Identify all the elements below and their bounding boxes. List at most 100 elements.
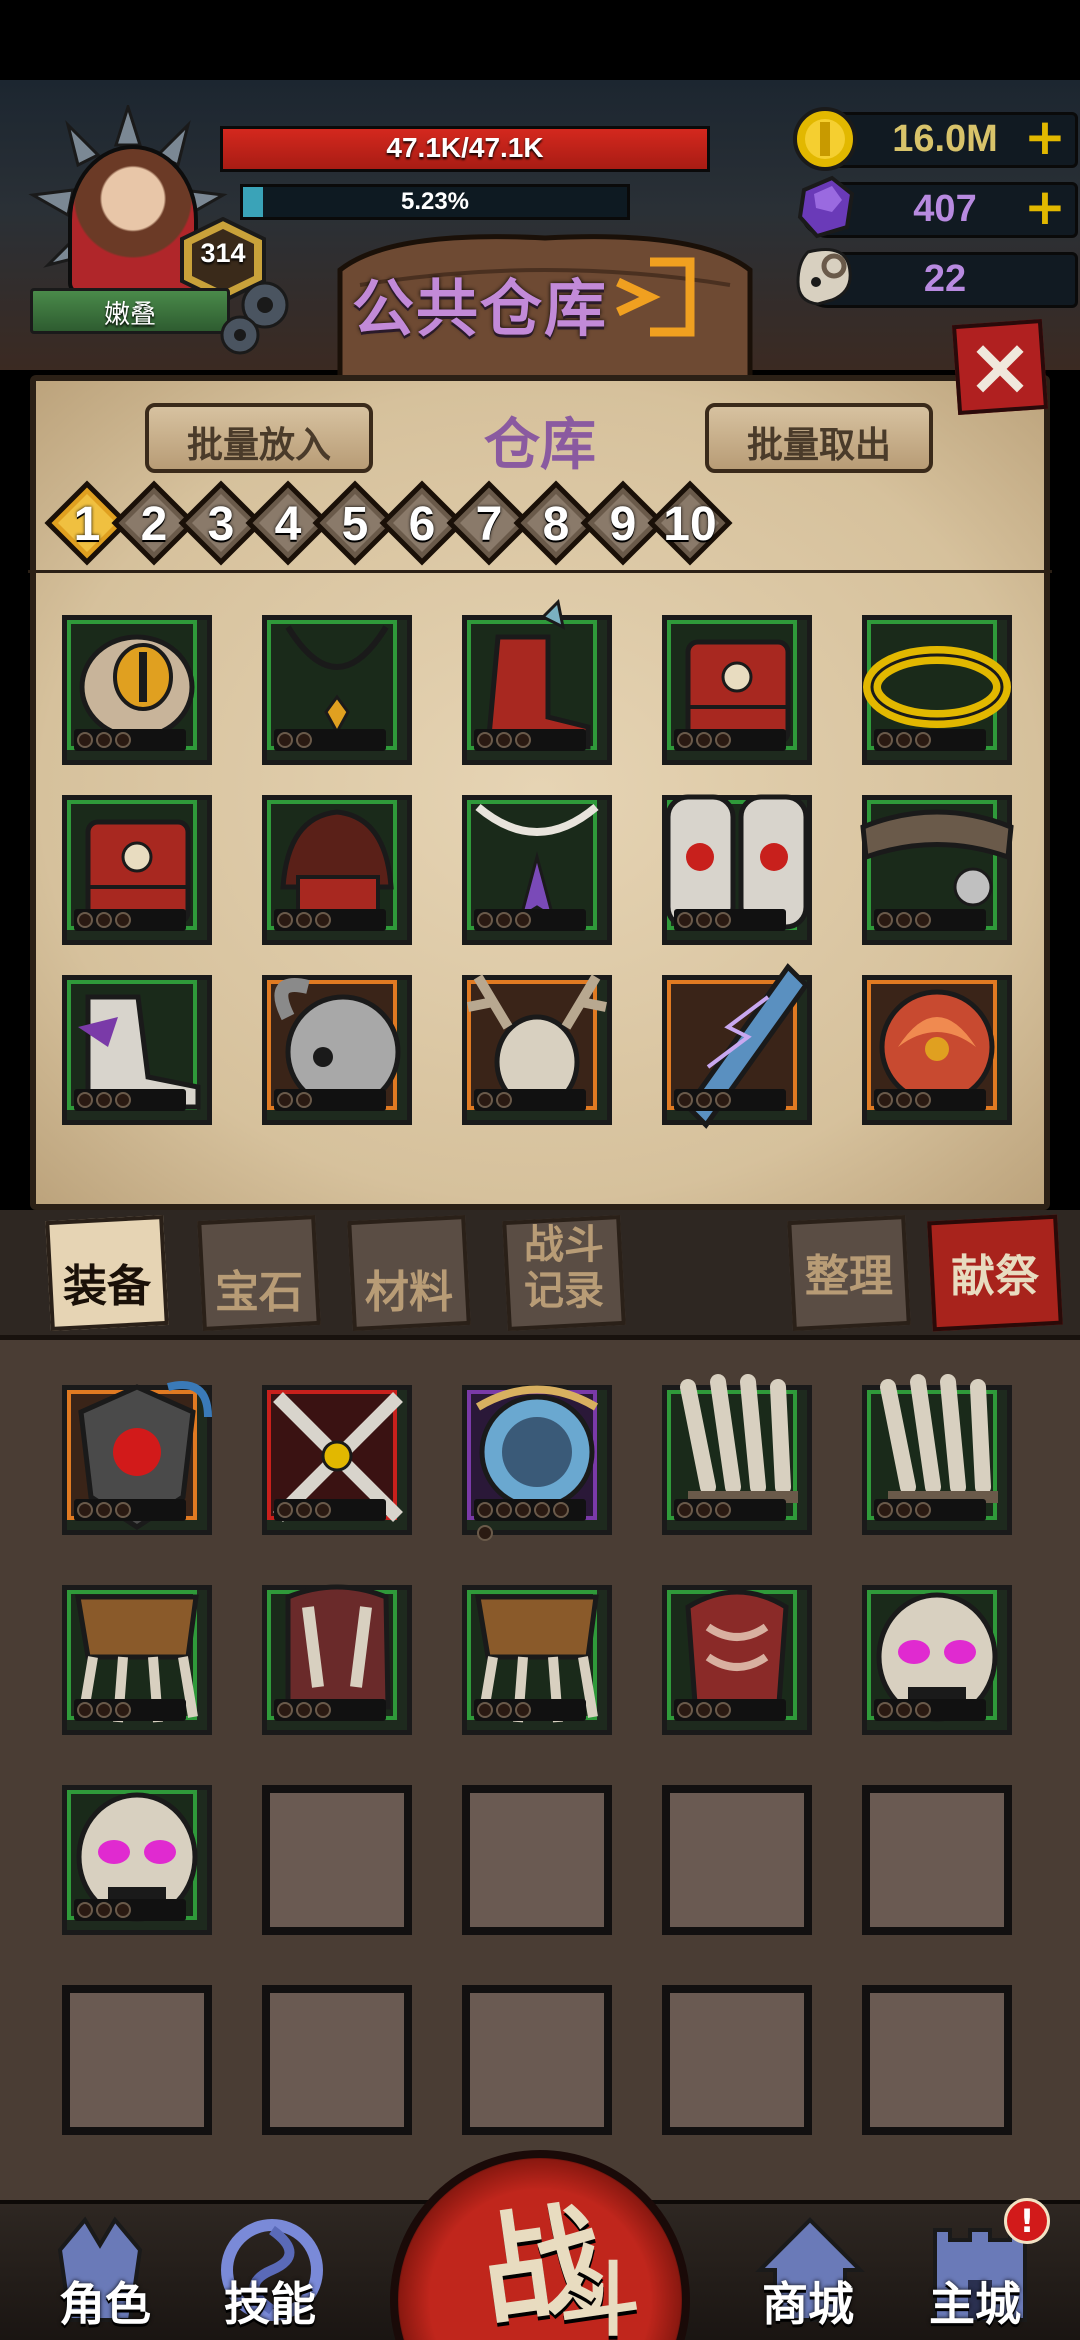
inventory-item-empty-slot[interactable] (662, 1785, 812, 1935)
star-rating (274, 1499, 386, 1521)
tab-equipment-label: 装备 (63, 1261, 151, 1312)
star-dot (296, 912, 312, 928)
star-dot (877, 1092, 893, 1108)
star-dot (534, 1502, 550, 1518)
settings-gear-icon[interactable] (210, 270, 300, 360)
divider (28, 570, 1052, 573)
star-dot (915, 1502, 931, 1518)
warehouse-item-slot[interactable] (862, 615, 1012, 765)
warehouse-item-slot[interactable] (860, 795, 1014, 945)
slot-frame (662, 1785, 812, 1935)
slot-frame (262, 1785, 412, 1935)
warehouse-item-slot[interactable] (62, 795, 212, 945)
star-dot (877, 1702, 893, 1718)
inventory-item-slot[interactable] (62, 1381, 212, 1535)
exit-arrow-icon[interactable] (610, 252, 700, 342)
star-dot (96, 912, 112, 928)
gold-value: 16.0M (892, 118, 998, 160)
star-dot (77, 732, 93, 748)
nav-role[interactable]: 角色 (35, 2268, 175, 2334)
inventory-item-slot[interactable] (862, 1374, 1012, 1535)
star-dot (115, 912, 131, 928)
star-dot (315, 1502, 331, 1518)
star-dot (96, 1902, 112, 1918)
inventory-item-empty-slot[interactable] (62, 1985, 212, 2135)
inventory-item-empty-slot[interactable] (462, 1785, 612, 1935)
add-gem-button[interactable]: + (1020, 182, 1070, 232)
inventory-item-empty-slot[interactable] (262, 1985, 412, 2135)
nav-skills[interactable]: 技能 (200, 2268, 340, 2334)
warehouse-item-slot[interactable] (62, 615, 212, 765)
star-dot (696, 1702, 712, 1718)
inventory-item-empty-slot[interactable] (662, 1985, 812, 2135)
warehouse-item-slot[interactable] (62, 975, 212, 1125)
star-dot (677, 732, 693, 748)
star-dot (277, 1092, 293, 1108)
star-dot (277, 732, 293, 748)
tab-materials-label: 材料 (365, 1267, 453, 1318)
warehouse-item-slot[interactable] (262, 975, 412, 1125)
page-tab-label: 10 (663, 498, 717, 551)
close-icon: × (966, 320, 1034, 413)
inventory-item-empty-slot[interactable] (862, 1785, 1012, 1935)
warehouse-item-slot[interactable] (662, 794, 812, 945)
slot-frame (62, 1985, 212, 2135)
star-dot (296, 732, 312, 748)
inventory-item-slot[interactable] (862, 1585, 1012, 1735)
inventory-item-empty-slot[interactable] (262, 1785, 412, 1935)
star-dot (77, 1502, 93, 1518)
star-dot (277, 912, 293, 928)
warehouse-item-slot[interactable] (662, 615, 812, 765)
skull-value: 22 (923, 258, 967, 300)
inventory-item-slot[interactable] (662, 1585, 812, 1735)
star-dot (496, 1502, 512, 1518)
inventory-item-slot[interactable] (462, 1585, 612, 1735)
inventory-item-slot[interactable] (262, 1584, 412, 1735)
inventory-item-slot[interactable] (262, 1385, 412, 1535)
star-dot (896, 1092, 912, 1108)
add-gold-button[interactable]: + (1020, 112, 1070, 162)
star-dot (77, 1092, 93, 1108)
star-dot (915, 912, 931, 928)
star-dot (477, 1525, 493, 1541)
star-dot (96, 1702, 112, 1718)
warehouse-item-slot[interactable] (462, 598, 612, 765)
star-rating (74, 1699, 186, 1721)
inventory-item-slot[interactable] (62, 1585, 212, 1735)
gold-coin-icon (793, 107, 857, 171)
star-dot (477, 732, 493, 748)
warehouse-item-slot[interactable] (262, 615, 412, 765)
inventory-item-empty-slot[interactable] (462, 1985, 612, 2135)
star-rating (74, 909, 186, 931)
warehouse-item-slot[interactable] (262, 795, 412, 945)
inventory-item-slot[interactable] (462, 1385, 612, 1541)
nav-city[interactable]: 主城 (905, 2268, 1045, 2334)
inventory-item-slot[interactable] (662, 1374, 812, 1535)
warehouse-item-slot[interactable] (662, 963, 812, 1129)
star-rating (874, 1499, 986, 1521)
warehouse-item-slot[interactable] (862, 975, 1012, 1125)
nav-shop[interactable]: 商城 (738, 2268, 878, 2334)
gem-value: 407 (913, 188, 977, 230)
star-dot (277, 1502, 293, 1518)
star-dot (77, 1902, 93, 1918)
warehouse-item-slot[interactable] (462, 974, 612, 1125)
star-dot (677, 912, 693, 928)
purple-gem-icon (797, 175, 855, 239)
star-dot (115, 1902, 131, 1918)
city-alert-badge: ! (1004, 2198, 1050, 2244)
slot-frame (262, 1985, 412, 2135)
star-dot (496, 1092, 512, 1108)
star-rating (874, 1699, 986, 1721)
inventory-item-slot[interactable] (62, 1785, 212, 1935)
warehouse-item-slot[interactable] (462, 795, 612, 945)
star-rating (474, 909, 586, 931)
slot-frame (462, 1785, 612, 1935)
star-rating (274, 1699, 386, 1721)
sort-label: 整理 (805, 1251, 893, 1302)
star-dot (896, 732, 912, 748)
star-dot (715, 1092, 731, 1108)
inventory-item-empty-slot[interactable] (862, 1985, 1012, 2135)
star-dot (677, 1092, 693, 1108)
star-dot (877, 1502, 893, 1518)
